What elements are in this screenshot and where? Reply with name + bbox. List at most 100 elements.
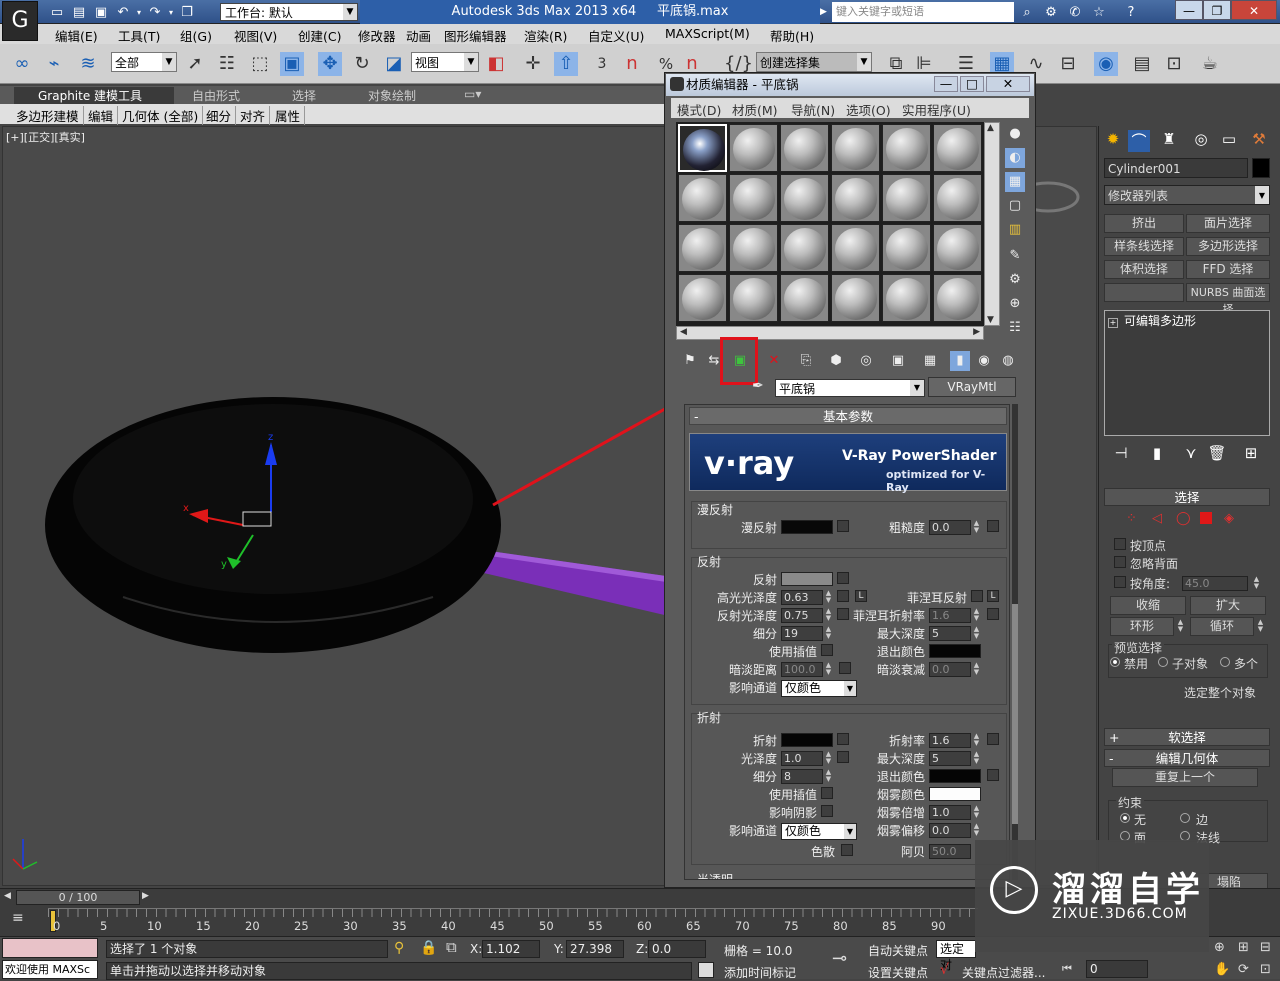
rotate-icon[interactable]: ↻ — [350, 52, 374, 76]
material-slot[interactable] — [729, 274, 778, 322]
material-slot[interactable] — [729, 224, 778, 272]
dim-distance-input[interactable]: 100.0 — [781, 662, 823, 677]
selection-rollout-header[interactable]: 选择 — [1104, 488, 1270, 506]
zoom-icon[interactable]: ✋ — [1214, 962, 1230, 977]
diffuse-map-button[interactable] — [837, 520, 849, 532]
selection-filter-select[interactable]: 全部 ▼ — [111, 52, 177, 72]
manipulate-icon[interactable]: ✛ — [521, 52, 545, 76]
backlight-icon[interactable]: ◐ — [1005, 148, 1025, 168]
material-slot[interactable] — [780, 174, 829, 222]
refr-exit-color-swatch[interactable] — [929, 769, 981, 783]
hilight-lock-button[interactable]: L — [855, 590, 867, 602]
ribbon-tab-freeform[interactable]: 自由形式 — [192, 87, 240, 104]
configure-sets-icon[interactable]: ⊞ — [1240, 444, 1262, 466]
select-object-icon[interactable]: ➚ — [183, 52, 207, 76]
display-tab-icon[interactable]: ▭ — [1218, 130, 1240, 152]
rollout-header[interactable]: - 基本参数 — [689, 407, 1007, 425]
ribbon-tab-selection[interactable]: 选择 — [292, 87, 316, 104]
reference-coordinate-select[interactable]: 视图 ▼ — [411, 52, 479, 72]
material-slot[interactable] — [729, 124, 778, 172]
refr-subdivs-input[interactable]: 8 — [781, 769, 823, 784]
fresnel-lock-button[interactable]: L — [987, 590, 999, 602]
refr-max-depth-spinner[interactable]: ▲ ▼ — [972, 751, 981, 766]
reflect-map-button[interactable] — [837, 572, 849, 584]
material-slot-active[interactable] — [678, 124, 727, 172]
material-map-navigator-icon[interactable]: ☷ — [1005, 318, 1025, 338]
refl-affect-select[interactable]: 仅颜色 ▼ — [781, 680, 857, 697]
angle-spinner[interactable]: ▲ ▼ — [1252, 576, 1261, 591]
material-slot[interactable] — [933, 124, 982, 172]
fresnel-ior-input[interactable]: 1.6 — [929, 608, 971, 623]
named-selection-select[interactable]: 创建选择集 ▼ — [756, 52, 872, 72]
select-by-material-icon[interactable]: ⊕ — [1005, 294, 1025, 314]
fresnel-ior-map-button[interactable] — [987, 608, 999, 620]
refr-gloss-spinner[interactable]: ▲ ▼ — [824, 751, 833, 766]
menu-tools[interactable]: 工具(T) — [118, 26, 160, 45]
by-vertex-checkbox[interactable] — [1114, 538, 1126, 550]
window-crossing-icon[interactable]: ▣ — [280, 52, 304, 76]
material-slot[interactable] — [882, 124, 931, 172]
selected-object-select[interactable]: 选定对 — [936, 940, 976, 972]
scale-icon[interactable]: ◪ — [382, 52, 406, 76]
expand-icon[interactable]: + — [1108, 318, 1118, 328]
viewport-label[interactable]: [+][正交][真实] — [6, 129, 85, 145]
field-of-view-icon[interactable]: ⊕ — [1214, 940, 1225, 955]
edge-mode-icon[interactable]: ◁ — [1152, 511, 1162, 526]
workspace-select[interactable]: 工作台: 默认 ▼ — [220, 3, 358, 21]
constraint-edge-radio[interactable] — [1180, 813, 1190, 823]
volume-select-button[interactable]: 体积选择 — [1104, 260, 1184, 279]
element-mode-icon[interactable]: ◈ — [1224, 511, 1234, 526]
medit-menu-utilities[interactable]: 实用程序(U) — [902, 100, 971, 119]
roughness-spinner[interactable]: ▲ ▼ — [972, 520, 981, 535]
get-material-icon[interactable]: ⚑ — [680, 351, 700, 371]
modifier-list-select[interactable]: 修改器列表 ▼ — [1104, 185, 1270, 205]
material-slot[interactable] — [933, 224, 982, 272]
show-end-result-toggle-icon[interactable]: ▮ — [1146, 444, 1168, 466]
refl-exit-color-swatch[interactable] — [929, 644, 981, 658]
medit-menu-mode[interactable]: 模式(D) — [677, 100, 721, 119]
put-to-library-icon[interactable]: ⬢ — [826, 351, 846, 371]
redo-dropdown-icon[interactable]: ▾ — [166, 2, 176, 22]
time-slider[interactable]: 0 / 100 — [16, 890, 140, 905]
link-icon[interactable]: ∞ — [10, 52, 34, 76]
ring-spinner[interactable]: ▲ ▼ — [1176, 619, 1185, 634]
y-coordinate-input[interactable]: 27.398 — [566, 940, 624, 958]
zoom-all-icon[interactable]: ⊞ — [1238, 940, 1249, 955]
preview-multi-radio[interactable] — [1220, 657, 1230, 667]
subtab-align[interactable]: 对齐 — [240, 106, 271, 125]
dim-distance-spinner[interactable]: ▲ ▼ — [824, 662, 833, 677]
fresnel-ior-spinner[interactable]: ▲ ▼ — [972, 608, 981, 623]
refl-gloss-input[interactable]: 0.75 — [781, 608, 823, 623]
fog-mult-spinner[interactable]: ▲ ▼ — [972, 805, 981, 820]
orbit-icon[interactable]: ⟳ — [1238, 962, 1249, 977]
angle-input[interactable]: 45.0 — [1182, 576, 1248, 591]
refl-subdivs-spinner[interactable]: ▲ ▼ — [824, 626, 833, 641]
project-folder-icon[interactable]: ❐ — [176, 2, 198, 22]
chevron-down-icon[interactable]: ▼ — [910, 380, 924, 396]
schematic-view-icon[interactable]: ⊟ — [1056, 52, 1080, 76]
eyedropper-icon[interactable]: ✒ — [752, 378, 770, 396]
scroll-thumb[interactable] — [1012, 604, 1018, 824]
object-color-swatch[interactable] — [1252, 158, 1270, 178]
extrude-button[interactable]: 挤出 — [1104, 214, 1184, 233]
stack-item-editable-poly[interactable]: + 可编辑多边形 — [1108, 312, 1268, 328]
pick-material-icon[interactable]: ◍ — [998, 351, 1018, 371]
edit-geometry-header[interactable]: - 编辑几何体 — [1104, 749, 1270, 767]
pivot-center-icon[interactable]: ◧ — [484, 52, 508, 76]
remove-modifier-icon[interactable]: 🗑 — [1206, 444, 1228, 466]
fog-bias-spinner[interactable]: ▲ ▼ — [972, 823, 981, 838]
fog-bias-input[interactable]: 0.0 — [929, 823, 971, 838]
menu-group[interactable]: 组(G) — [180, 26, 212, 45]
pin-stack-icon[interactable]: ⊣ — [1110, 444, 1132, 466]
grow-button[interactable]: 扩大 — [1190, 596, 1266, 615]
material-id-icon[interactable]: ◎ — [856, 351, 876, 371]
material-slot[interactable] — [882, 174, 931, 222]
material-editor-titlebar[interactable]: 材质编辑器 - 平底锅 — □ ✕ — [666, 74, 1034, 96]
spline-select-button[interactable]: 样条线选择 — [1104, 237, 1184, 256]
binoculars-icon[interactable]: ⌕ — [1016, 2, 1038, 22]
favorites-icon[interactable]: ☆ — [1088, 2, 1110, 22]
patch-select-button[interactable]: 面片选择 — [1186, 214, 1270, 233]
new-file-icon[interactable]: ▭ — [46, 2, 68, 22]
time-tag-icon[interactable] — [698, 962, 714, 978]
goto-start-icon[interactable]: ⏮ — [1062, 962, 1072, 976]
